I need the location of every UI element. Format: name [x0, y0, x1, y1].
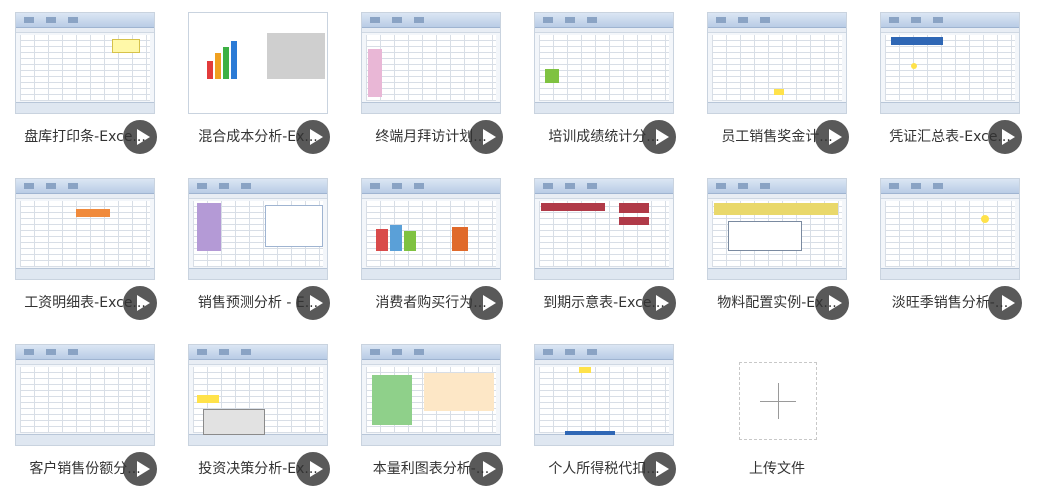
- file-tile[interactable]: 物料配置实例-Ex...: [697, 178, 857, 328]
- file-name[interactable]: 凭证汇总表-Exce...: [870, 126, 1030, 146]
- file-name[interactable]: 物料配置实例-Ex...: [697, 292, 857, 312]
- file-name[interactable]: 员工销售奖金计...: [697, 126, 857, 146]
- excel-thumbnail: [707, 12, 847, 114]
- file-tile[interactable]: 投资决策分析-Ex...: [178, 344, 338, 494]
- file-tile[interactable]: 凭证汇总表-Exce...: [870, 12, 1030, 162]
- file-tile[interactable]: 个人所得税代扣...: [524, 344, 684, 494]
- file-tile[interactable]: 消费者购买行为...: [351, 178, 511, 328]
- file-tile[interactable]: 工资明细表-Exce...: [5, 178, 165, 328]
- upload-tile[interactable]: 上传文件: [697, 344, 857, 494]
- file-tile[interactable]: 混合成本分析-Ex...: [178, 12, 338, 162]
- excel-thumbnail: [361, 12, 501, 114]
- file-name[interactable]: 客户销售份额分...: [5, 458, 165, 478]
- excel-thumbnail: [15, 178, 155, 280]
- excel-thumbnail: [707, 178, 847, 280]
- file-name[interactable]: 本量利图表分析-...: [351, 458, 511, 478]
- file-name[interactable]: 培训成绩统计分...: [524, 126, 684, 146]
- file-tile[interactable]: 盘库打印条-Exce...: [5, 12, 165, 162]
- file-tile[interactable]: 终端月拜访计划...: [351, 12, 511, 162]
- excel-thumbnail: [15, 12, 155, 114]
- file-name[interactable]: 盘库打印条-Exce...: [5, 126, 165, 146]
- excel-thumbnail: [534, 12, 674, 114]
- excel-thumbnail: [880, 178, 1020, 280]
- excel-thumbnail: [361, 344, 501, 446]
- file-name[interactable]: 混合成本分析-Ex...: [178, 126, 338, 146]
- excel-thumbnail: [188, 344, 328, 446]
- plus-icon[interactable]: [739, 362, 817, 440]
- file-tile[interactable]: 销售预测分析 - E...: [178, 178, 338, 328]
- excel-thumbnail: [534, 344, 674, 446]
- excel-thumbnail: [188, 12, 328, 114]
- file-name[interactable]: 投资决策分析-Ex...: [178, 458, 338, 478]
- excel-thumbnail: [15, 344, 155, 446]
- file-name[interactable]: 淡旺季销售分析-...: [870, 292, 1030, 312]
- file-tile[interactable]: 淡旺季销售分析-...: [870, 178, 1030, 328]
- excel-thumbnail: [188, 178, 328, 280]
- excel-thumbnail: [880, 12, 1020, 114]
- excel-thumbnail: [361, 178, 501, 280]
- file-name[interactable]: 终端月拜访计划...: [351, 126, 511, 146]
- excel-thumbnail: [534, 178, 674, 280]
- file-name[interactable]: 个人所得税代扣...: [524, 458, 684, 478]
- file-tile[interactable]: 到期示意表-Exce...: [524, 178, 684, 328]
- file-tile[interactable]: 本量利图表分析-...: [351, 344, 511, 494]
- upload-label[interactable]: 上传文件: [697, 458, 857, 478]
- file-name[interactable]: 到期示意表-Exce...: [524, 292, 684, 312]
- file-name[interactable]: 消费者购买行为...: [351, 292, 511, 312]
- file-tile[interactable]: 员工销售奖金计...: [697, 12, 857, 162]
- file-tile[interactable]: 培训成绩统计分...: [524, 12, 684, 162]
- file-name[interactable]: 销售预测分析 - E...: [178, 292, 338, 312]
- file-tile[interactable]: 客户销售份额分...: [5, 344, 165, 494]
- file-name[interactable]: 工资明细表-Exce...: [5, 292, 165, 312]
